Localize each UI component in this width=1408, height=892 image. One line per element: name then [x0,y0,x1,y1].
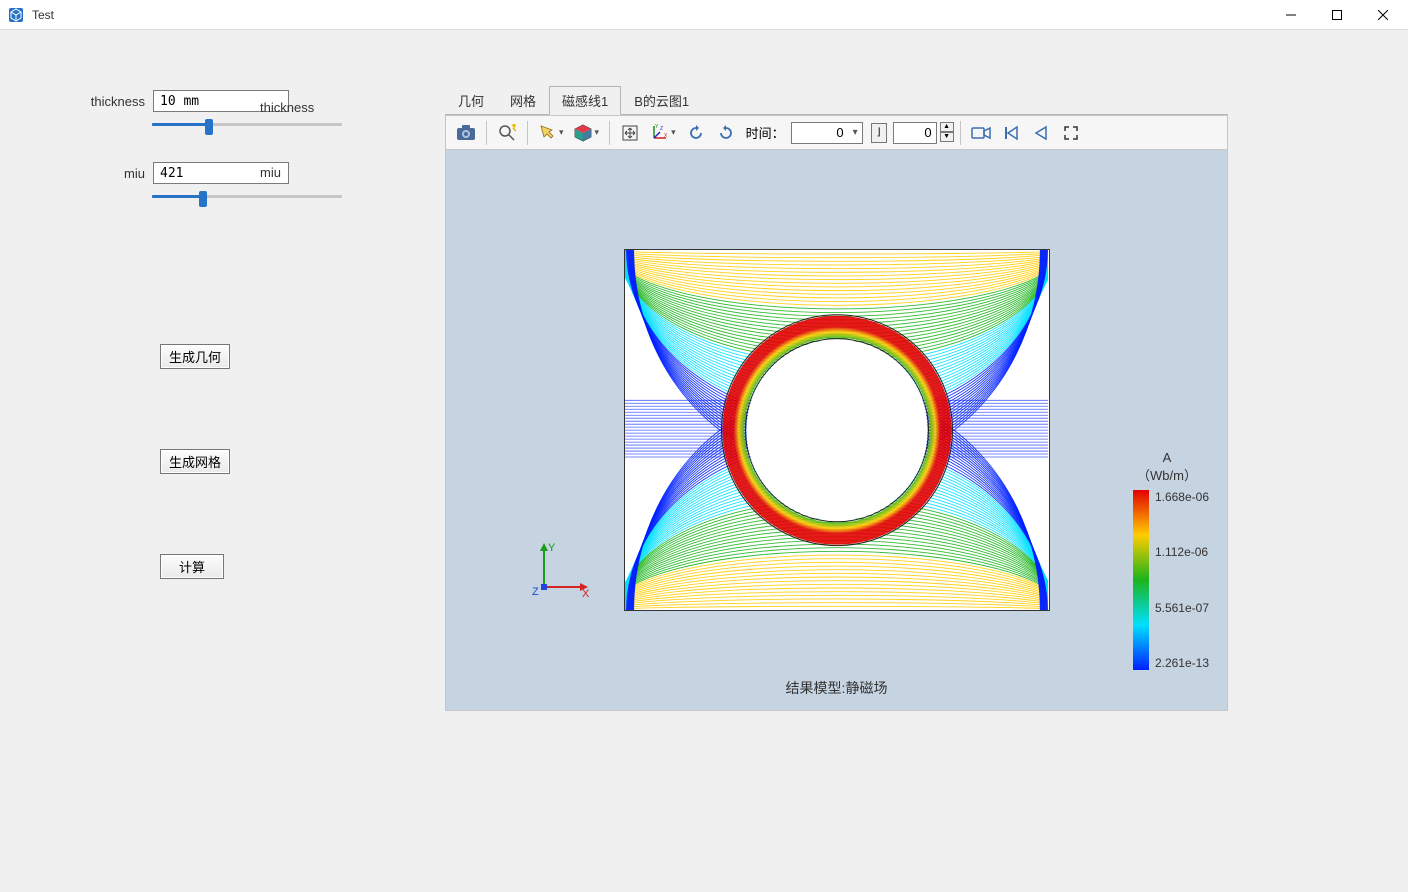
miu-readout-label: miu [260,165,281,180]
spin-up[interactable]: ▲ [940,122,954,132]
thickness-label: thickness [90,94,145,109]
legend-tick: 1.112e-06 [1155,545,1209,559]
tab-fluxlines[interactable]: 磁感线1 [549,86,621,115]
end-marker-icon[interactable]: ⌋ [871,123,887,143]
time-label: 时间： [746,123,785,142]
svg-text:Y: Y [548,542,556,554]
svg-text:Y: Y [655,124,659,130]
titlebar: Test [0,0,1408,30]
zoom-icon[interactable] [493,120,521,146]
thickness-row: thickness [90,90,405,112]
close-button[interactable] [1360,0,1406,30]
legend-gradient [1133,490,1149,670]
legend-tick: 2.261e-13 [1155,656,1209,670]
visualization-panel: 几何 网格 磁感线1 B的云图1 ▾ [445,30,1408,892]
rotate-ccw-icon[interactable] [682,120,710,146]
separator [960,121,961,145]
expand-icon[interactable] [1057,120,1085,146]
spin-down[interactable]: ▼ [940,132,954,142]
plot-area [624,249,1050,611]
viz-tabs: 几何 网格 磁感线1 B的云图1 [445,85,1228,115]
select-icon[interactable]: ▾ [534,120,568,146]
separator [486,121,487,145]
svg-text:X: X [664,133,668,139]
color-legend: A （Wb/m） 1.668e-06 1.112e-06 5.561e-07 2… [1125,450,1209,670]
legend-unit: （Wb/m） [1125,465,1209,484]
play-back-icon[interactable] [1027,120,1055,146]
minimize-button[interactable] [1268,0,1314,30]
viz-toolbar: ▾ ▾ YXZ ▾ [446,116,1227,150]
flux-lines-plot [625,250,1049,610]
svg-text:Z: Z [660,126,663,132]
svg-text:Z: Z [532,586,539,598]
miu-row: miu [90,162,405,184]
compute-button[interactable]: 计算 [160,554,224,579]
miu-slider[interactable] [152,188,342,204]
separator [609,121,610,145]
legend-tick: 5.561e-07 [1155,601,1209,615]
viz-frame: ▾ ▾ YXZ ▾ [445,115,1228,711]
app-icon [8,7,24,23]
fit-view-icon[interactable] [616,120,644,146]
axes-icon[interactable]: YXZ ▾ [646,120,680,146]
generate-geometry-button[interactable]: 生成几何 [160,344,230,369]
maximize-button[interactable] [1314,0,1360,30]
frame-spinner[interactable]: ▲ ▼ [940,122,954,144]
thickness-readout-label: thickness [260,100,314,115]
video-icon[interactable] [967,120,995,146]
separator [527,121,528,145]
viz-footer-label: 结果模型:静磁场 [786,678,888,698]
chevron-down-icon: ▾ [595,127,600,138]
time-select[interactable]: 0 ▾ [791,122,863,144]
thickness-slider[interactable] [152,116,342,132]
frame-input[interactable] [893,122,937,144]
skip-back-icon[interactable] [997,120,1025,146]
camera-icon[interactable] [452,120,480,146]
chevron-down-icon: ▾ [853,127,858,138]
tab-contour[interactable]: B的云图1 [621,86,702,115]
chevron-down-icon: ▾ [671,127,676,138]
rotate-cw-icon[interactable] [712,120,740,146]
time-value: 0 [836,125,843,140]
svg-text:X: X [582,588,590,599]
miu-label: miu [90,166,145,181]
window-controls [1268,0,1406,30]
tab-mesh[interactable]: 网格 [497,86,549,115]
tab-geometry[interactable]: 几何 [445,86,497,115]
generate-mesh-button[interactable]: 生成网格 [160,449,230,474]
chevron-down-icon: ▾ [559,127,564,138]
parameter-panel: thickness miu thickness miu 生成几何 生成网格 计算 [0,30,445,892]
axis-gizmo: Y X Z [532,539,592,602]
cube-icon[interactable]: ▾ [570,120,604,146]
legend-tick: 1.668e-06 [1155,490,1209,504]
legend-quantity: A [1125,450,1209,465]
window-title: Test [32,8,1268,22]
viz-canvas[interactable]: Y X Z A （Wb/m） 1.668e-06 1.112e-06 [446,150,1227,710]
